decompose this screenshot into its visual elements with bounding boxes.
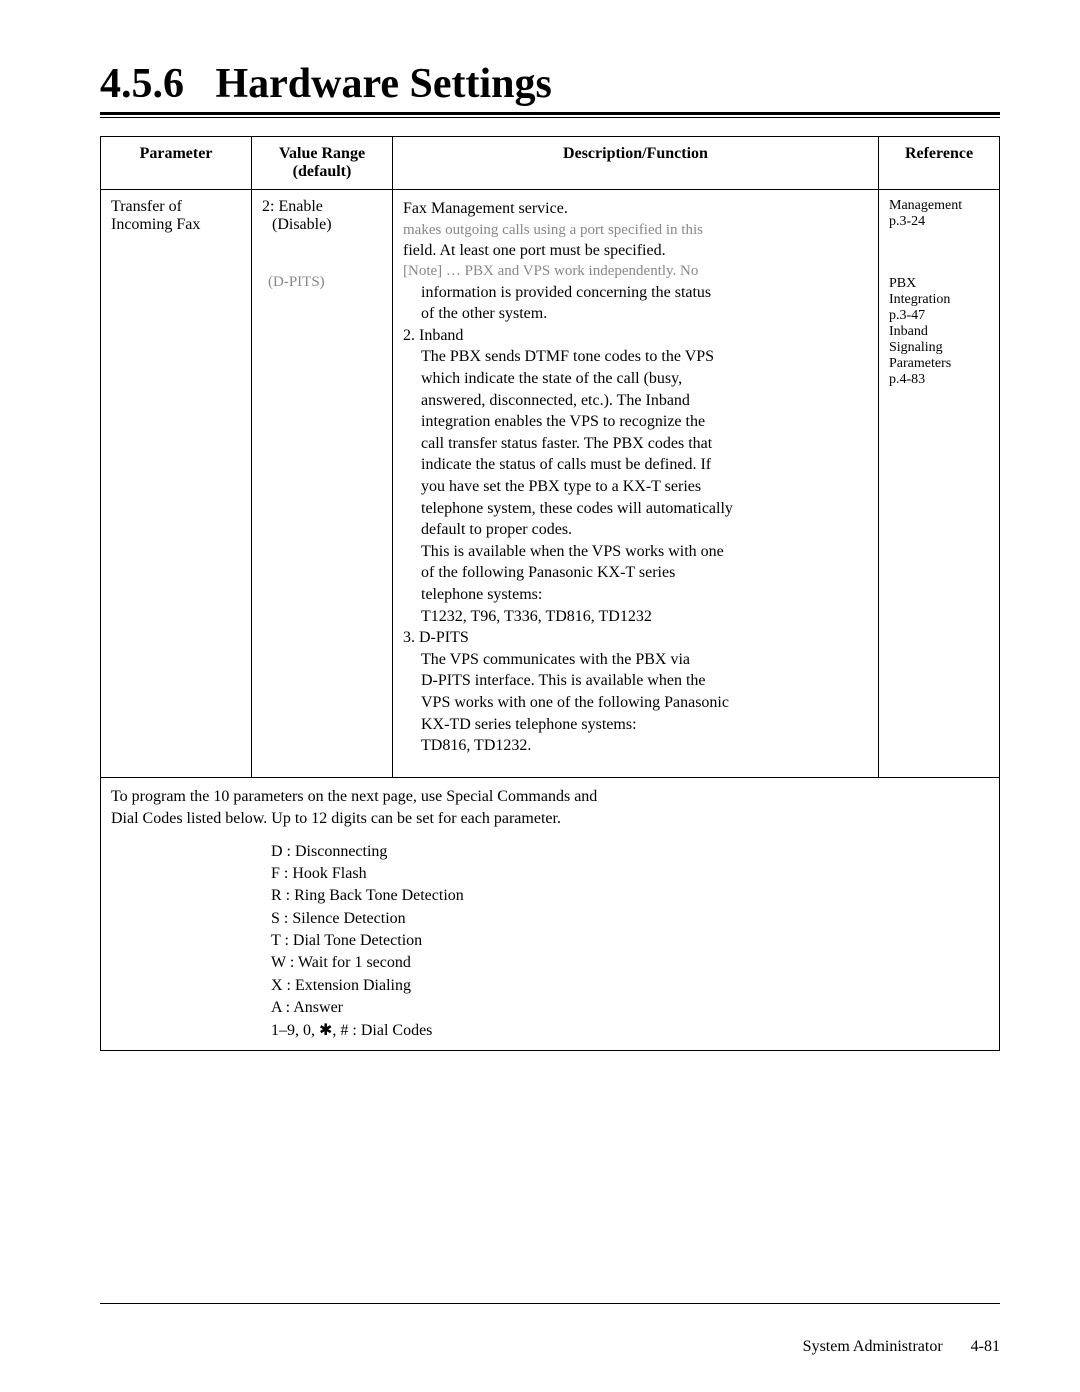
desc-line1: Fax Management service. [403, 198, 868, 220]
desc-faded2: [Note] … PBX and VPS work independently.… [403, 261, 868, 281]
param-line2: Incoming Fax [111, 216, 241, 234]
desc-item3-hdr: 3. D-PITS [403, 627, 868, 649]
ref-line5: p.3-47 [889, 308, 989, 324]
ref-line6: Inband [889, 324, 989, 340]
table-row: Transfer of Incoming Fax 2: Enable (Disa… [101, 190, 1000, 778]
desc-item3-e: TD816, TD1232. [403, 735, 868, 757]
desc-item2-m: T1232, T96, T336, TD816, TD1232 [403, 606, 868, 628]
cell-reference: Management p.3-24 PBX Integration p.3-47… [879, 190, 1000, 778]
value-line1: 2: Enable [262, 198, 382, 216]
value-line2: (Disable) [262, 216, 382, 234]
desc-item2-k: of the following Panasonic KX-T series [403, 562, 868, 584]
footer-para1: To program the 10 parameters on the next… [111, 786, 989, 808]
section-title-text: Hardware Settings [216, 61, 552, 107]
desc-faded1: makes outgoing calls using a port specif… [403, 220, 868, 240]
page-footer: System Administrator 4-81 [803, 1338, 1000, 1356]
desc-item2-j: This is available when the VPS works wit… [403, 541, 868, 563]
footer-para2: Dial Codes listed below. Up to 12 digits… [111, 808, 989, 830]
heading-rule-thin [100, 117, 1000, 118]
desc-item2-d: integration enables the VPS to recognize… [403, 411, 868, 433]
param-line1: Transfer of [111, 198, 241, 216]
table-header-row: Parameter Value Range (default) Descript… [101, 137, 1000, 190]
cell-description: Fax Management service. makes outgoing c… [393, 190, 879, 778]
desc-item2-f: indicate the status of calls must be def… [403, 454, 868, 476]
code-d: D : Disconnecting [271, 841, 989, 863]
th-description: Description/Function [393, 137, 879, 190]
desc-item2-b: which indicate the state of the call (bu… [403, 368, 868, 390]
section-heading: 4.5.6 Hardware Settings [100, 60, 1000, 108]
desc-item2-e: call transfer status faster. The PBX cod… [403, 433, 868, 455]
code-s: S : Silence Detection [271, 908, 989, 930]
code-a: A : Answer [271, 997, 989, 1019]
th-value-range: Value Range (default) [252, 137, 393, 190]
desc-item2-i: default to proper codes. [403, 519, 868, 541]
ref-line1: Management [889, 198, 989, 214]
desc-item3-b: D-PITS interface. This is available when… [403, 670, 868, 692]
desc-line2: field. At least one port must be specifi… [403, 240, 868, 262]
code-f: F : Hook Flash [271, 863, 989, 885]
heading-rule-thick [100, 112, 1000, 115]
desc-item2-c: answered, disconnected, etc.). The Inban… [403, 390, 868, 412]
code-t: T : Dial Tone Detection [271, 930, 989, 952]
desc-line3a: information is provided concerning the s… [403, 282, 868, 304]
value-line3: (D-PITS) [262, 274, 382, 291]
ref-line8: Parameters [889, 356, 989, 372]
desc-item2-a: The PBX sends DTMF tone codes to the VPS [403, 346, 868, 368]
th-parameter: Parameter [101, 137, 252, 190]
desc-item3-a: The VPS communicates with the PBX via [403, 649, 868, 671]
desc-item3-d: KX-TD series telephone systems: [403, 714, 868, 736]
table-footer-row: To program the 10 parameters on the next… [101, 777, 1000, 1050]
desc-item3-c: VPS works with one of the following Pana… [403, 692, 868, 714]
cell-parameter: Transfer of Incoming Fax [101, 190, 252, 778]
ref-line2: p.3-24 [889, 214, 989, 230]
ref-line7: Signaling [889, 340, 989, 356]
cell-value-range: 2: Enable (Disable) (D-PITS) [252, 190, 393, 778]
footer-label: System Administrator [803, 1338, 943, 1355]
code-w: W : Wait for 1 second [271, 952, 989, 974]
th-reference: Reference [879, 137, 1000, 190]
desc-item2-hdr: 2. Inband [403, 325, 868, 347]
section-number: 4.5.6 [100, 61, 184, 107]
code-digits: 1–9, 0, ✱, # : Dial Codes [271, 1020, 989, 1042]
ref-line4: Integration [889, 292, 989, 308]
cell-footer: To program the 10 parameters on the next… [101, 777, 1000, 1050]
code-x: X : Extension Dialing [271, 975, 989, 997]
settings-table: Parameter Value Range (default) Descript… [100, 136, 1000, 1051]
footer-page: 4-81 [971, 1338, 1000, 1355]
ref-line3: PBX [889, 276, 989, 292]
desc-line3b: of the other system. [403, 303, 868, 325]
footer-rule [100, 1303, 1000, 1304]
desc-item2-g: you have set the PBX type to a KX-T seri… [403, 476, 868, 498]
ref-line9: p.4-83 [889, 372, 989, 388]
dial-codes-list: D : Disconnecting F : Hook Flash R : Rin… [271, 841, 989, 1043]
desc-item2-h: telephone system, these codes will autom… [403, 498, 868, 520]
desc-item2-l: telephone systems: [403, 584, 868, 606]
code-r: R : Ring Back Tone Detection [271, 885, 989, 907]
